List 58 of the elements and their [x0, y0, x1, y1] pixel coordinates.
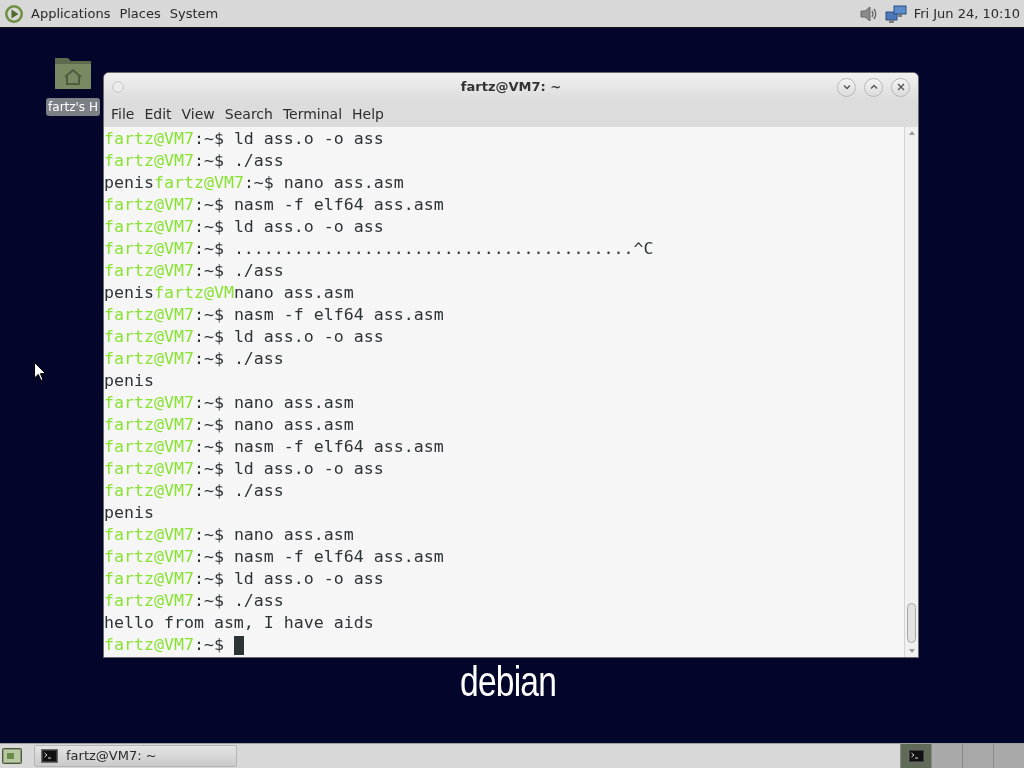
clock[interactable]: Fri Jun 24, 10:10 — [913, 3, 1020, 24]
menu-item[interactable]: Search — [219, 104, 278, 124]
menu-item[interactable]: View — [176, 104, 220, 124]
terminal-line: fartz@VM7:~$ — [104, 634, 224, 656]
chevron-down-icon — [842, 83, 851, 91]
taskbar-button[interactable]: fartz@VM7: ~ — [34, 745, 237, 767]
chevron-up-icon — [869, 83, 878, 91]
terminal-line: penisfartz@VM7:~$ nano ass.asm — [104, 172, 404, 194]
terminal-line: fartz@VM7:~$ nasm -f elf64 ass.asm — [104, 436, 444, 458]
scrollbar[interactable] — [904, 127, 918, 657]
terminal-line: fartz@VM7:~$ nano ass.asm — [104, 392, 354, 414]
menu-item[interactable]: File — [106, 104, 140, 124]
terminal-line: fartz@VM7:~$ ./ass — [104, 590, 284, 612]
menu-item[interactable]: Terminal — [277, 104, 348, 124]
terminal-line: fartz@VM7:~$ ld ass.o -o ass — [104, 458, 384, 480]
scrollbar-thumb[interactable] — [907, 603, 916, 643]
panel-menu[interactable]: System — [169, 7, 219, 20]
minimize-button[interactable] — [837, 77, 856, 97]
desktop-icon[interactable] — [2, 747, 22, 765]
terminal-line: fartz@VM7:~$ ./ass — [104, 348, 284, 370]
debian-logo: debian — [460, 662, 557, 702]
scroll-down-icon[interactable] — [908, 649, 915, 653]
title-bar[interactable]: fartz@VM7: ~ — [104, 73, 918, 101]
close-icon — [896, 83, 905, 91]
panel-menu[interactable]: Places — [119, 7, 161, 20]
terminal-line: fartz@VM7:~$ ./ass — [104, 480, 284, 502]
terminal-line: fartz@VM7:~$ nasm -f elf64 ass.asm — [104, 304, 444, 326]
terminal-line: fartz@VM7:~$ nasm -f elf64 ass.asm — [104, 194, 444, 216]
terminal-line: penis — [104, 502, 154, 524]
terminal-line: penis — [104, 370, 154, 392]
app-menu-icon[interactable] — [4, 3, 24, 24]
terminal-line: fartz@VM7:~$ ld ass.o -o ass — [104, 216, 384, 238]
terminal-line: fartz@VM7:~$ ........................................^C — [104, 238, 654, 260]
scroll-up-icon[interactable] — [908, 131, 915, 135]
window-thumbnail-icon — [907, 749, 925, 763]
maximize-button[interactable] — [864, 77, 883, 97]
menu-item[interactable]: Edit — [139, 104, 177, 124]
speaker-icon[interactable] — [857, 3, 878, 24]
terminal-line: fartz@VM7:~$ nano ass.asm — [104, 524, 354, 546]
terminal-line: hello from asm, I have aids — [104, 612, 374, 634]
terminal-line: fartz@VM7:~$ ./ass — [104, 260, 284, 282]
terminal-line: fartz@VM7:~$ ld ass.o -o ass — [104, 568, 384, 590]
terminal-icon — [41, 749, 58, 763]
menu-item[interactable]: Help — [347, 104, 389, 124]
terminal-line: fartz@VM7:~$ ld ass.o -o ass — [104, 128, 384, 150]
terminal-line: fartz@VM7:~$ nano ass.asm — [104, 414, 354, 436]
window-title: fartz@VM7: ~ — [460, 78, 562, 97]
taskbar-button-label: fartz@VM7: ~ — [66, 747, 157, 766]
close-button[interactable] — [891, 77, 910, 97]
terminal-line: fartz@VM7:~$ nasm -f elf64 ass.asm — [104, 546, 444, 568]
pointer-icon — [34, 362, 46, 381]
panel-menu[interactable]: Applications — [31, 7, 111, 20]
desktop-icon-label[interactable]: fartz's H — [46, 98, 100, 116]
terminal-line: fartz@VM7:~$ ./ass — [104, 150, 284, 172]
workspace[interactable] — [900, 744, 931, 768]
network-icon[interactable] — [884, 3, 907, 24]
terminal-line: fartz@VM7:~$ ld ass.o -o ass — [104, 326, 384, 348]
terminal-line: penisfartz@VMnano ass.asm — [104, 282, 354, 304]
